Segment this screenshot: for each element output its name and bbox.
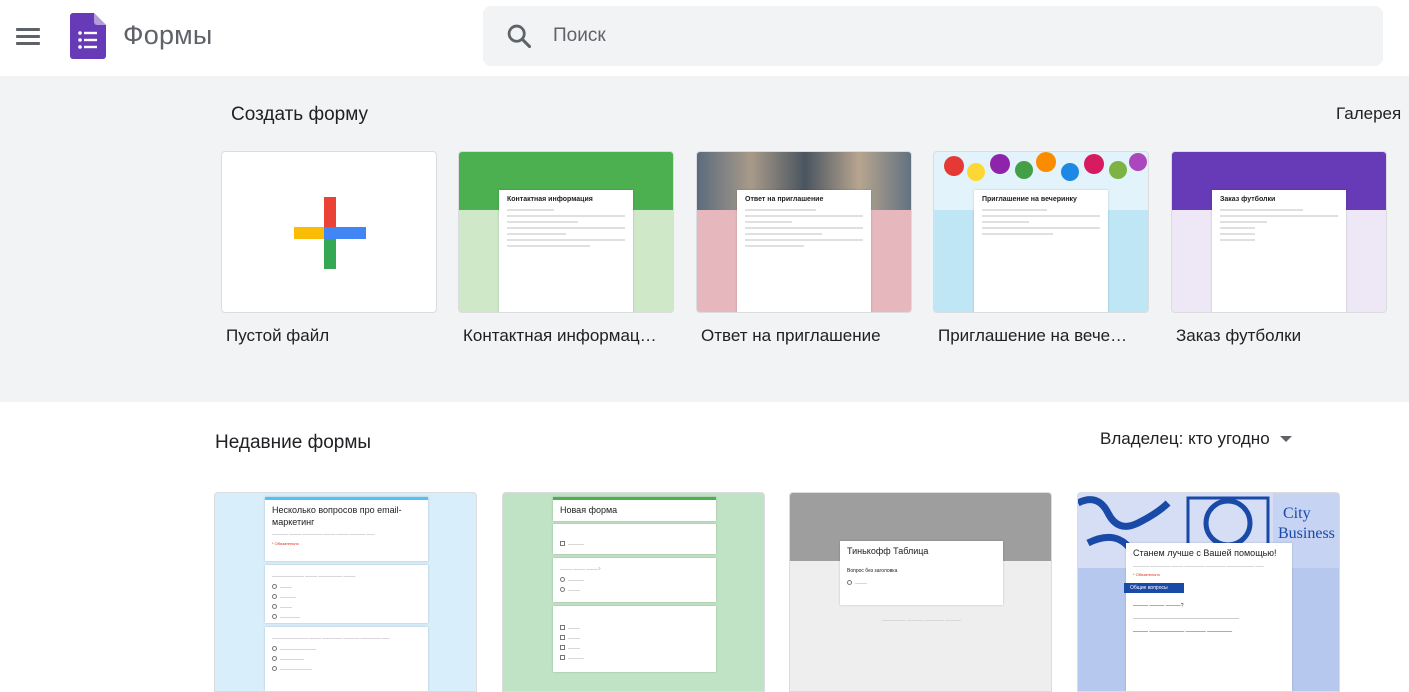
template-form-preview: Контактная информация xyxy=(499,190,633,312)
template-thumbnail[interactable]: Контактная информация xyxy=(458,151,674,313)
colored-plus-icon xyxy=(294,197,366,269)
template-label: Ответ на приглашение xyxy=(701,326,881,345)
template-thumbnail[interactable] xyxy=(221,151,437,313)
owner-filter-dropdown[interactable]: Владелец: кто угодно xyxy=(1100,429,1292,449)
template-gallery-section: Создать форму Галерея Пустой файл Контак… xyxy=(0,76,1409,402)
recent-form-preview: Новая форма xyxy=(553,497,716,521)
recent-form-section-badge: Общие вопросы xyxy=(1124,583,1184,594)
template-label: Заказ футболки xyxy=(1176,326,1302,345)
search-input[interactable] xyxy=(553,6,1353,66)
svg-text:City: City xyxy=(1283,505,1311,522)
recent-form-question: ——— ——— ——— ———— xyxy=(553,606,716,672)
template-form-preview: Заказ футболки xyxy=(1212,190,1346,312)
app-header: Формы xyxy=(0,0,1409,76)
template-thumbnail[interactable]: Приглашение на вечеринку xyxy=(933,151,1149,313)
caret-down-icon xyxy=(1279,436,1292,442)
recent-form-preview: Станем лучше с Вашей помощью! ———— —————… xyxy=(1124,543,1292,691)
recent-form-card[interactable]: Несколько вопросов про email-маркетинг —… xyxy=(214,492,477,692)
template-form-preview: Ответ на приглашение xyxy=(737,190,871,312)
section-title-recent: Недавние формы xyxy=(215,432,372,453)
recent-form-title: Несколько вопросов про email-маркетинг xyxy=(272,505,402,527)
recent-form-question-title: Вопрос без заголовка xyxy=(847,567,898,574)
search-bar[interactable] xyxy=(483,6,1383,66)
recent-form-question: ——— ——— ———? ———— ——— xyxy=(553,558,716,602)
recent-form-preview: Несколько вопросов про email-маркетинг —… xyxy=(265,497,428,561)
google-forms-logo-icon[interactable] xyxy=(70,13,106,59)
recent-form-title: Тинькофф Таблица xyxy=(847,546,929,556)
app-title[interactable]: Формы xyxy=(123,20,213,51)
section-title-create: Создать форму xyxy=(231,104,369,125)
search-icon[interactable] xyxy=(505,22,533,50)
template-label: Приглашение на вече… xyxy=(938,326,1128,345)
gallery-button[interactable]: Галерея xyxy=(1336,104,1401,124)
owner-filter-label: Владелец: кто угодно xyxy=(1100,429,1270,448)
template-thumbnail[interactable]: Ответ на приглашение xyxy=(696,151,912,313)
template-label: Контактная информац… xyxy=(463,326,657,345)
recent-form-preview: Тинькофф Таблица Вопрос без заголовка ——… xyxy=(840,541,1003,605)
recent-form-card[interactable]: City Business Станем лучше с Вашей помощ… xyxy=(1077,492,1340,692)
recent-form-card[interactable]: Новая форма ———— ——— ——— ———? ———— ——— ——… xyxy=(502,492,765,692)
recent-form-question: ———— xyxy=(553,524,716,554)
recent-form-title: Станем лучше с Вашей помощью! xyxy=(1133,548,1277,558)
recent-form-question: ————————— ——— ————— ———— ————— —— ——————… xyxy=(265,627,428,691)
template-thumbnail[interactable]: Заказ футболки xyxy=(1171,151,1387,313)
svg-text:Business: Business xyxy=(1278,525,1335,542)
template-form-preview: Приглашение на вечеринку xyxy=(974,190,1108,312)
recent-form-title: Новая форма xyxy=(560,505,618,515)
recent-form-card[interactable]: Тинькофф Таблица Вопрос без заголовка ——… xyxy=(789,492,1052,692)
hamburger-menu-icon[interactable] xyxy=(10,18,46,54)
recent-form-question: ———————— ——— —————— ——— ——— ———— ——— ————— xyxy=(265,565,428,623)
template-label: Пустой файл xyxy=(226,326,330,345)
